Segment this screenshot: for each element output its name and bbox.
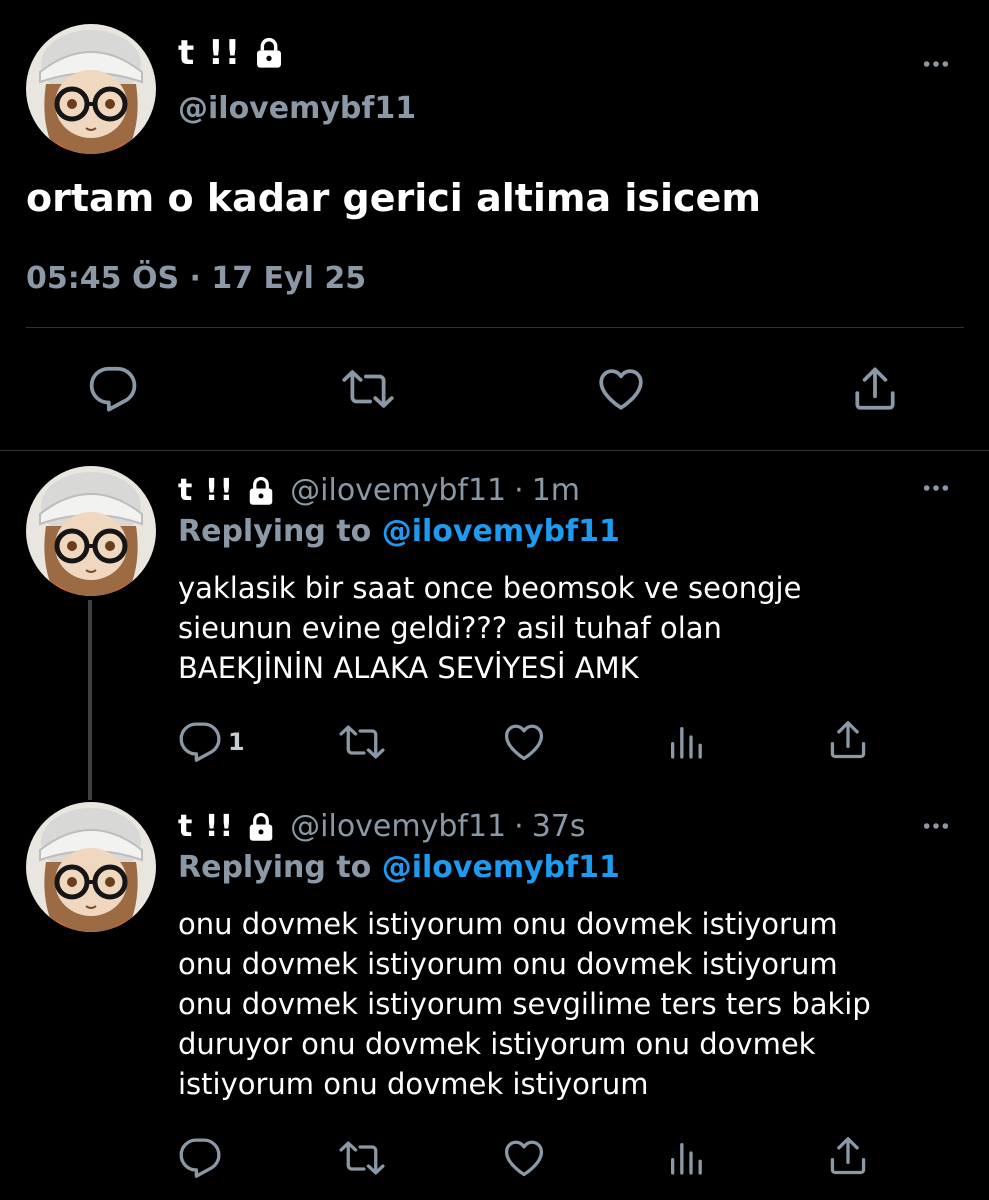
like-button[interactable] (502, 720, 546, 764)
replying-label: Replying to (178, 514, 372, 549)
like-icon (502, 1136, 546, 1180)
reply-button[interactable] (178, 1136, 222, 1180)
divider (26, 327, 964, 328)
share-icon (826, 1134, 870, 1178)
divider (0, 450, 989, 451)
like-icon (596, 364, 646, 414)
retweet-button[interactable] (338, 720, 386, 764)
tweet-text: ortam o kadar gerici altima isicem (26, 176, 761, 220)
more-horizontal-icon (916, 472, 956, 504)
author-name-text: t !! (178, 33, 242, 73)
retweet-icon (342, 364, 394, 414)
meta-separator: · (514, 473, 524, 508)
tweet-time[interactable]: 1m (532, 468, 580, 514)
replying-to: Replying to @ilovemybf11 (178, 846, 620, 890)
share-button[interactable] (826, 1134, 870, 1178)
like-button[interactable] (596, 364, 646, 414)
share-button[interactable] (826, 718, 870, 762)
author-name[interactable]: t !! (178, 30, 285, 76)
tweet-time[interactable]: 37s (532, 804, 586, 850)
like-button[interactable] (502, 1136, 546, 1180)
tweet-text: onu dovmek istiyorum onu dovmek istiyoru… (178, 907, 871, 1101)
views-icon (666, 1136, 706, 1180)
tweet-timestamp[interactable]: 05:45 ÖS · 17 Eyl 25 (26, 256, 366, 302)
share-button[interactable] (850, 364, 900, 414)
meta-separator: · (189, 261, 201, 296)
retweet-button[interactable] (338, 1136, 386, 1180)
reply-icon (178, 1136, 222, 1180)
tweet-time: 05:45 ÖS (26, 261, 180, 296)
share-icon (850, 364, 900, 414)
reply-icon (178, 720, 222, 764)
views-icon (666, 720, 706, 764)
lock-icon (246, 476, 276, 506)
thread-line (88, 600, 92, 800)
more-options-button[interactable] (916, 472, 956, 504)
replying-label: Replying to (178, 850, 372, 885)
meta-separator: · (514, 809, 524, 844)
more-options-button[interactable] (916, 810, 956, 842)
tweet-date: 17 Eyl 25 (211, 261, 367, 296)
reply-count: 1 (228, 728, 245, 756)
reply-icon (88, 364, 138, 414)
mention-link[interactable]: @ilovemybf11 (382, 514, 620, 549)
author-handle[interactable]: @ilovemybf11 (290, 468, 506, 514)
lock-icon (253, 37, 285, 69)
tweet-text: yaklasik bir saat once beomsok ve seongj… (178, 571, 802, 685)
more-horizontal-icon (916, 810, 956, 842)
mention-link[interactable]: @ilovemybf11 (382, 850, 620, 885)
reply-button[interactable]: 1 (178, 720, 245, 764)
reply-header: t !! @ilovemybf11 · 37s (178, 804, 586, 850)
reply-button[interactable] (88, 364, 138, 414)
author-handle[interactable]: @ilovemybf11 (178, 86, 416, 132)
more-options-button[interactable] (916, 48, 956, 80)
author-handle[interactable]: @ilovemybf11 (290, 804, 506, 850)
views-button[interactable] (666, 720, 706, 764)
retweet-icon (338, 720, 386, 764)
like-icon (502, 720, 546, 764)
lock-icon (246, 812, 276, 842)
avatar[interactable] (26, 466, 156, 596)
views-button[interactable] (666, 1136, 706, 1180)
share-icon (826, 718, 870, 762)
more-horizontal-icon (916, 48, 956, 80)
avatar[interactable] (26, 802, 156, 932)
replying-to: Replying to @ilovemybf11 (178, 510, 620, 554)
retweet-button[interactable] (342, 364, 394, 414)
avatar[interactable] (26, 24, 156, 154)
author-name[interactable]: t !! (178, 804, 234, 850)
retweet-icon (338, 1136, 386, 1180)
author-name[interactable]: t !! (178, 468, 234, 514)
reply-header: t !! @ilovemybf11 · 1m (178, 468, 580, 514)
